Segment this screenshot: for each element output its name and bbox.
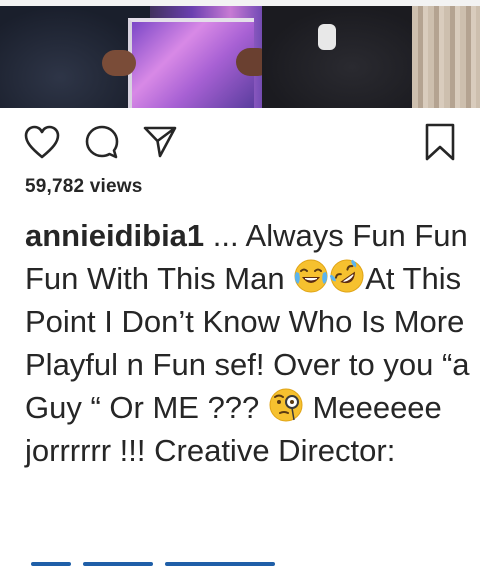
rolling-on-floor-laughing-emoji-icon: [329, 258, 365, 294]
caption-username[interactable]: annieidibia1: [25, 218, 204, 253]
post-actions-bar: [0, 120, 480, 174]
views-count[interactable]: 59,782 views: [25, 176, 143, 198]
hand-left: [102, 50, 136, 76]
person-right-figure: [262, 6, 412, 108]
face-with-monocle-emoji-icon: [268, 387, 304, 423]
post-image[interactable]: [0, 6, 480, 108]
comment-bubble-icon[interactable]: [80, 120, 124, 164]
link-fragment: [83, 562, 153, 566]
link-fragment: [165, 562, 275, 566]
tears-of-joy-emoji-icon: [293, 258, 329, 294]
paper-plane-icon[interactable]: [138, 120, 182, 164]
bookmark-outline-icon[interactable]: [418, 120, 462, 164]
curtain-background: [412, 6, 480, 108]
wrist-watch: [318, 24, 336, 50]
post-caption: annieidibia1 ... Always Fun Fun Fun With…: [25, 214, 470, 472]
next-line-partial: [25, 556, 325, 570]
link-fragment: [31, 562, 71, 566]
heart-outline-icon[interactable]: [20, 120, 64, 164]
